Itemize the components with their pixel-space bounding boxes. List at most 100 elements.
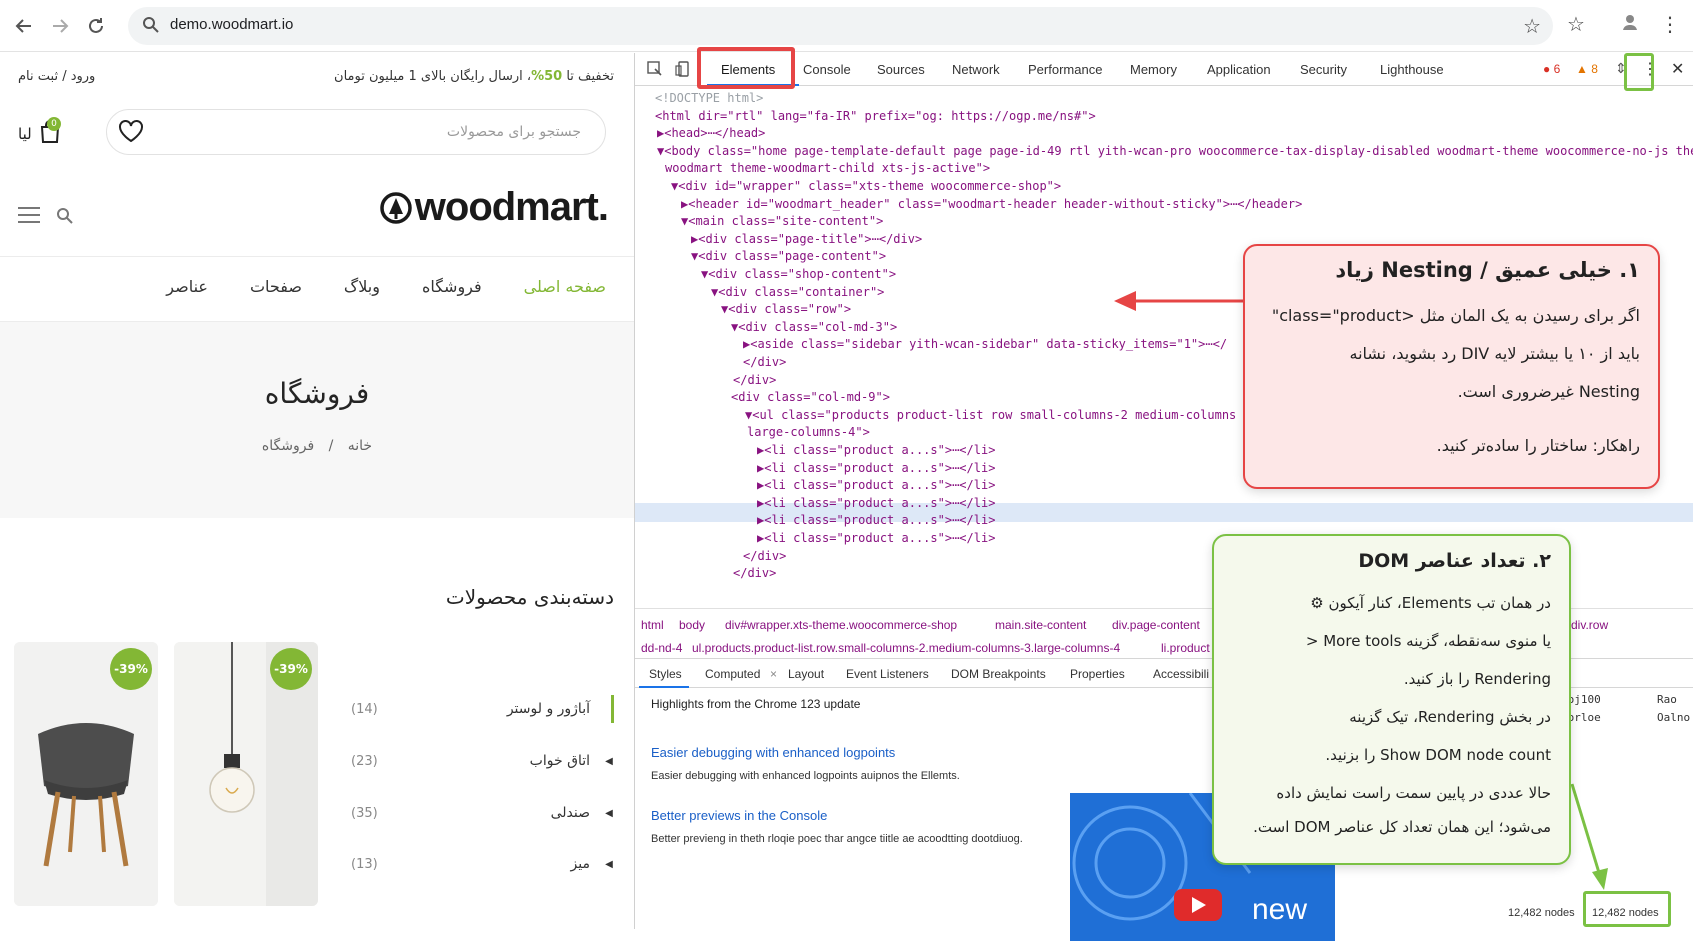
tab-sources[interactable]: Sources xyxy=(877,62,925,77)
category-name: آباژور و لوستر xyxy=(506,701,590,717)
cart-label: لیا xyxy=(18,125,32,143)
device-toolbar-icon[interactable] xyxy=(675,61,691,80)
subtab-accessibility[interactable]: Accessibili xyxy=(1153,667,1209,681)
nav-home[interactable]: صفحه اصلی xyxy=(524,277,606,296)
hamburger-menu-icon[interactable] xyxy=(18,207,40,227)
site-logo[interactable]: woodmart. xyxy=(379,185,609,230)
dom-tree-line[interactable]: ▶<li class="product a...s">⋯</li> xyxy=(757,494,995,512)
video-thumbnail-text: new xyxy=(1252,893,1308,926)
dom-tree-line[interactable]: ▼<div class="page-content"> xyxy=(691,247,886,265)
dom-tree-line[interactable]: ▼<ul class="products product-list row sm… xyxy=(745,406,1236,424)
nav-elements[interactable]: عناصر xyxy=(166,277,208,296)
crumb-li-product[interactable]: li.product xyxy=(1161,641,1210,655)
dom-tree-line[interactable]: ▶<div class="page-title">⋯</div> xyxy=(691,230,922,248)
dom-tree-line[interactable]: </div> xyxy=(733,371,776,389)
search-input[interactable] xyxy=(107,110,605,154)
bookmarks-icon[interactable]: ☆ xyxy=(1567,12,1585,36)
breadcrumb-home[interactable]: خانه xyxy=(348,438,372,454)
crumb-main[interactable]: main.site-content xyxy=(995,618,1086,632)
reload-icon[interactable] xyxy=(82,12,110,40)
promo-text: تخفیف تا 50%، ارسال رایگان بالای 1 میلیو… xyxy=(334,69,614,84)
crumb-html[interactable]: html xyxy=(641,618,664,632)
category-item[interactable]: ◀ صندلی (35) xyxy=(351,799,616,827)
dom-node-count: 12,482 nodes xyxy=(1508,907,1575,919)
tab-application[interactable]: Application xyxy=(1207,62,1271,77)
tab-lighthouse[interactable]: Lighthouse xyxy=(1380,62,1444,77)
nav-shop[interactable]: فروشگاه xyxy=(422,277,482,296)
tab-memory[interactable]: Memory xyxy=(1130,62,1177,77)
login-link[interactable]: ورود / ثبت نام xyxy=(18,69,95,84)
dom-tree-line[interactable]: </div> xyxy=(743,353,786,371)
dom-tree-line[interactable]: ▶<li class="product a...s">⋯</li> xyxy=(757,529,995,547)
crumb-products-ul[interactable]: ul.products.product-list.row.small-colum… xyxy=(692,641,1120,655)
subtab-styles[interactable]: Styles xyxy=(649,667,682,681)
close-computed-icon[interactable]: × xyxy=(770,667,777,681)
header-search-icon[interactable] xyxy=(56,207,74,229)
browser-menu-icon[interactable]: ⋮ xyxy=(1660,12,1680,36)
dom-tree-line[interactable]: ▼<div id="wrapper" class="xts-theme wooc… xyxy=(671,177,1061,195)
dom-tree-line[interactable]: ▼<body class="home page-template-default… xyxy=(657,142,1693,160)
nav-pages[interactable]: صفحات xyxy=(250,277,302,296)
crumb-row[interactable]: div.row xyxy=(1571,618,1608,632)
chevron-left-icon[interactable]: ◀ xyxy=(602,808,616,819)
dom-tree-line[interactable]: <!DOCTYPE html> xyxy=(655,89,763,107)
dom-tree-line[interactable]: ▼<div class="row"> xyxy=(721,300,851,318)
dom-tree-line[interactable]: ▼<div class="col-md-3"> xyxy=(731,318,897,336)
dom-tree-line[interactable]: woodmart theme-woodmart-child xts-js-act… xyxy=(665,159,990,177)
tab-network[interactable]: Network xyxy=(952,62,1000,77)
bookmark-star-icon[interactable]: ☆ xyxy=(1523,14,1541,38)
product-search[interactable] xyxy=(106,109,606,155)
dom-tree-line[interactable]: ▶<li class="product a...s">⋯</li> xyxy=(757,511,995,529)
dom-tree-line[interactable]: ▼<div class="shop-content"> xyxy=(701,265,896,283)
error-count[interactable]: ● 6 xyxy=(1543,62,1560,76)
crumb-page-content[interactable]: div.page-content xyxy=(1112,618,1200,632)
chevron-left-icon[interactable]: ◀ xyxy=(602,756,616,767)
tab-console[interactable]: Console xyxy=(803,62,851,77)
dom-tree-line[interactable]: ▼<main class="site-content"> xyxy=(681,212,883,230)
nav-blog[interactable]: وبلاگ xyxy=(344,277,380,296)
dom-tree-line[interactable]: ▶<head>⋯</head> xyxy=(657,124,765,142)
chevron-left-icon[interactable]: ◀ xyxy=(602,859,616,870)
product-card-chair[interactable]: -39% xyxy=(14,642,158,906)
subtab-computed[interactable]: Computed xyxy=(705,667,760,681)
dom-tree-line[interactable]: ▶<li class="product a...s">⋯</li> xyxy=(757,476,995,494)
elements-tab-highlight xyxy=(697,47,795,89)
subtab-dom-breakpoints[interactable]: DOM Breakpoints xyxy=(951,667,1046,681)
inspect-element-icon[interactable] xyxy=(647,61,663,80)
dom-tree-line[interactable]: </div> xyxy=(733,564,776,582)
dom-tree-line[interactable]: ▶<aside class="sidebar yith-wcan-sidebar… xyxy=(743,335,1227,353)
tab-security[interactable]: Security xyxy=(1300,62,1347,77)
dom-tree-line[interactable]: ▶<li class="product a...s">⋯</li> xyxy=(757,459,995,477)
category-item[interactable]: آباژور و لوستر (14) xyxy=(351,695,616,723)
product-card-lamp[interactable]: -39% xyxy=(174,642,318,906)
back-icon[interactable] xyxy=(10,12,38,40)
dom-tree-line[interactable]: </div> xyxy=(743,547,786,565)
address-bar[interactable]: demo.woodmart.io ☆ xyxy=(128,7,1553,45)
whats-new-link-2[interactable]: Better previews in the Console xyxy=(651,808,827,823)
category-item[interactable]: ◀ اتاق خواب (23) xyxy=(351,747,616,775)
dom-tree-line[interactable]: <html dir="rtl" lang="fa-IR" prefix="og:… xyxy=(655,107,1096,125)
dom-tree-line[interactable]: ▼<div class="container"> xyxy=(711,283,884,301)
tab-performance[interactable]: Performance xyxy=(1028,62,1102,77)
subtab-event-listeners[interactable]: Event Listeners xyxy=(846,667,929,681)
dom-tree-line[interactable]: ▶<header id="woodmart_header" class="woo… xyxy=(681,195,1302,213)
crumb-body[interactable]: body xyxy=(679,618,705,632)
warning-count[interactable]: ▲ 8 xyxy=(1576,62,1598,76)
whats-new-text-1: Easier debugging with enhanced logpoints… xyxy=(651,770,960,782)
subtab-properties[interactable]: Properties xyxy=(1070,667,1125,681)
forward-icon[interactable] xyxy=(46,12,74,40)
url-text[interactable]: demo.woodmart.io xyxy=(170,16,293,33)
dom-tree-line[interactable]: ▶<li class="product a...s">⋯</li> xyxy=(757,441,995,459)
dom-tree-line[interactable]: <div class="col-md-9"> xyxy=(731,388,890,406)
close-devtools-icon[interactable]: ✕ xyxy=(1671,59,1684,79)
crumb-wrapper[interactable]: div#wrapper.xts-theme.woocommerce-shop xyxy=(725,618,957,632)
wishlist-heart-icon[interactable] xyxy=(118,119,144,147)
profile-icon[interactable] xyxy=(1620,12,1640,37)
category-item[interactable]: ◀ میز (13) xyxy=(351,850,616,878)
crumb-prev[interactable]: dd-nd-4 xyxy=(641,641,682,655)
dom-tree-line[interactable]: large-columns-4"> xyxy=(747,423,870,441)
dom-count-callout: ۲. تعداد عناصر DOM در همان تب Elements، … xyxy=(1212,534,1571,865)
subtab-layout[interactable]: Layout xyxy=(788,667,824,681)
menu-button-highlight xyxy=(1624,53,1654,91)
whats-new-link-1[interactable]: Easier debugging with enhanced logpoints xyxy=(651,745,895,760)
